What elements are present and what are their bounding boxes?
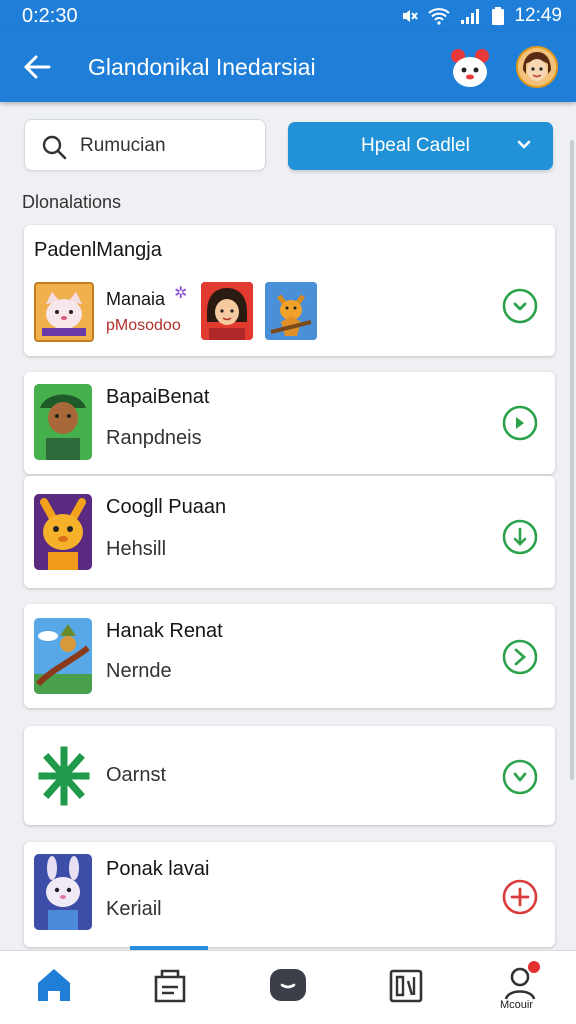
item-thumbnail <box>34 854 92 930</box>
search-icon <box>42 135 67 160</box>
profile-label: Mcouir <box>500 999 534 1011</box>
avatar[interactable] <box>516 46 558 88</box>
chat-icon[interactable] <box>266 963 310 1007</box>
item-title: Hanak Renat <box>106 620 223 642</box>
item-thumbnail <box>34 384 92 460</box>
download-icon[interactable] <box>501 758 539 796</box>
status-time: 0:2:30 <box>22 5 78 27</box>
mascot-icon[interactable] <box>448 46 492 90</box>
app-logo-icon <box>38 746 90 806</box>
sparkle-icon: ✲ <box>174 285 188 302</box>
cat-art-icon <box>36 284 92 340</box>
download-icon[interactable] <box>501 404 539 442</box>
item-subtitle: Nernde <box>106 660 172 682</box>
item-title: Ponak lavai <box>106 858 210 880</box>
add-icon[interactable] <box>501 878 539 916</box>
search-input[interactable]: Rumucian <box>24 119 266 171</box>
mute-icon <box>403 10 419 22</box>
scrollbar[interactable] <box>570 140 574 780</box>
featured-thumb-girl[interactable] <box>201 282 253 340</box>
list-item[interactable]: Hanak Renat Nernde <box>24 604 555 708</box>
character-art-icon <box>34 384 92 460</box>
list-item[interactable]: Ponak lavai Keriail <box>24 842 555 947</box>
status-icons: 12:49 <box>400 5 562 27</box>
featured-item-subtitle: pMosodoo <box>106 317 181 334</box>
featured-thumb-main[interactable] <box>34 282 94 342</box>
adventure-art-icon <box>34 618 92 694</box>
featured-card[interactable]: PadenlMangja Manaia ✲ pMosodoo <box>24 225 555 356</box>
back-arrow-icon[interactable] <box>22 52 52 82</box>
item-thumbnail <box>34 618 92 694</box>
search-value: Rumucian <box>80 135 166 156</box>
download-icon[interactable] <box>501 287 539 325</box>
featured-item-title: Manaia <box>106 289 166 309</box>
status-bar: 0:2:30 12:49 <box>0 0 576 32</box>
status-clock: 12:49 <box>514 5 562 26</box>
featured-thumb-fox[interactable] <box>265 282 317 340</box>
bottom-nav: Mcouir <box>0 950 576 1024</box>
battery-icon <box>492 7 505 25</box>
fox-art-icon <box>265 282 317 340</box>
category-dropdown[interactable]: Hpeal Cadlel <box>288 122 553 170</box>
library-icon[interactable] <box>384 963 428 1007</box>
girl-art-icon <box>201 282 253 340</box>
item-thumbnail <box>34 494 92 570</box>
avatar-face-icon <box>518 48 556 86</box>
dropdown-label: Hpeal Cadlel <box>361 135 470 156</box>
home-icon[interactable] <box>32 963 76 1007</box>
item-subtitle: Ranpdneis <box>106 427 202 449</box>
app-bar: Glandonikal Inedarsiai <box>0 32 576 102</box>
list-item[interactable]: Coogll Puaan Hehsill <box>24 476 555 588</box>
section-label: Dlonalations <box>22 192 122 212</box>
notification-badge <box>528 961 540 973</box>
wifi-icon <box>428 8 451 25</box>
chevron-down-icon <box>517 140 531 149</box>
list-item[interactable]: Oarnst <box>24 726 555 825</box>
download-icon[interactable] <box>501 638 539 676</box>
fox-art-icon <box>34 494 92 570</box>
signal-icon <box>461 9 480 24</box>
item-title: BapaiBenat <box>106 386 210 408</box>
item-subtitle: Keriail <box>106 898 162 920</box>
featured-header: PadenlMangja <box>34 239 162 261</box>
item-subtitle: Hehsill <box>106 538 167 560</box>
app-title: Glandonikal Inedarsiai <box>88 54 316 80</box>
item-subtitle: Oarnst <box>106 764 167 786</box>
download-icon[interactable] <box>501 518 539 556</box>
item-title: Coogll Puaan <box>106 496 227 518</box>
list-item[interactable]: BapaiBenat Ranpdneis <box>24 372 555 474</box>
store-icon[interactable] <box>148 963 192 1007</box>
bunny-art-icon <box>34 854 92 930</box>
